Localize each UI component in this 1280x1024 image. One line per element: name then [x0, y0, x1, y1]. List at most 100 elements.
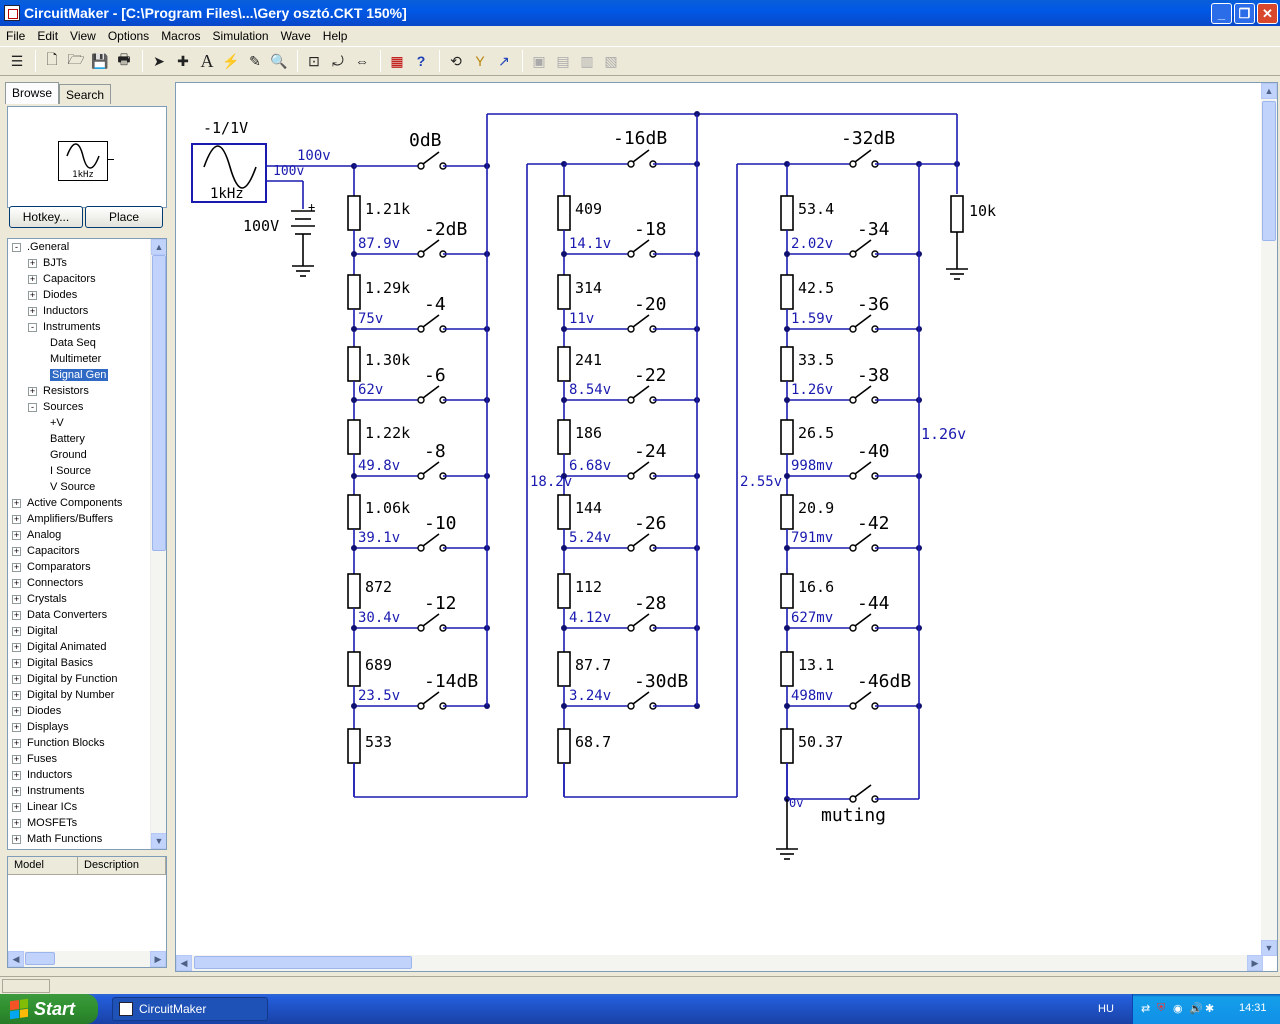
expand-icon[interactable]: +: [12, 578, 21, 588]
tree-item[interactable]: Multimeter: [44, 351, 101, 367]
run-icon[interactable]: ↗: [493, 50, 515, 72]
scroll-right-icon[interactable]: ▶: [150, 951, 166, 967]
expand-icon[interactable]: +: [12, 834, 21, 844]
tree-item[interactable]: + Connectors: [12, 575, 83, 591]
expand-icon[interactable]: +: [12, 738, 21, 748]
expand-icon[interactable]: +: [12, 594, 21, 604]
tree-item[interactable]: + Diodes: [12, 703, 61, 719]
expand-icon[interactable]: +: [12, 818, 21, 828]
tree-item[interactable]: + Digital by Function: [12, 671, 118, 687]
tree-item[interactable]: + Capacitors: [12, 543, 80, 559]
tree-item[interactable]: + Inductors: [12, 767, 72, 783]
menu-file[interactable]: File: [0, 29, 31, 43]
app-icon[interactable]: [4, 5, 20, 21]
tree-item[interactable]: +V: [44, 415, 64, 431]
properties-icon[interactable]: ▦: [386, 50, 408, 72]
expand-icon[interactable]: +: [12, 690, 21, 700]
wire-tool-icon[interactable]: ✚: [172, 50, 194, 72]
close-button[interactable]: ✕: [1257, 3, 1278, 24]
tray-clock[interactable]: 14:31: [1239, 1002, 1267, 1014]
canvas-scroll-left-icon[interactable]: ◀: [176, 955, 192, 971]
expand-icon[interactable]: +: [12, 674, 21, 684]
tree-item[interactable]: + Crystals: [12, 591, 67, 607]
bode-icon[interactable]: ▧: [600, 50, 622, 72]
tray-volume-icon[interactable]: 🔊: [1189, 1002, 1203, 1015]
model-scroll-thumb[interactable]: [25, 952, 55, 965]
waveform-icon[interactable]: ▥: [576, 50, 598, 72]
step-icon[interactable]: Y: [469, 50, 491, 72]
tray-shield-icon[interactable]: ⛨: [1157, 1002, 1165, 1015]
expand-icon[interactable]: +: [12, 546, 21, 556]
tray-network-icon[interactable]: ⇄: [1141, 1002, 1150, 1015]
tree-item[interactable]: - .General: [12, 239, 69, 255]
print-icon[interactable]: 🖶: [113, 50, 135, 72]
tree-item[interactable]: - Instruments: [28, 319, 100, 335]
tree-item[interactable]: + BJTs: [28, 255, 67, 271]
language-indicator[interactable]: HU: [1098, 1003, 1114, 1015]
tree-item[interactable]: + Linear ICs: [12, 799, 77, 815]
tree-scroll-thumb[interactable]: [152, 255, 166, 551]
scroll-down-icon[interactable]: ▼: [151, 833, 166, 849]
expand-icon[interactable]: +: [12, 722, 21, 732]
rotate-icon[interactable]: ⤾: [327, 50, 349, 72]
collapse-icon[interactable]: -: [12, 242, 21, 252]
scroll-left-icon[interactable]: ◀: [8, 951, 24, 967]
hotkey-button[interactable]: Hotkey...: [9, 206, 83, 228]
schematic-canvas[interactable]: -1/1V 1kHz 100v 100v +100V 1.21k 1.29k 1.30k 1.2…: [175, 82, 1278, 972]
tree-item[interactable]: Ground: [44, 447, 87, 463]
expand-icon[interactable]: +: [12, 786, 21, 796]
tree-item[interactable]: + Digital Animated: [12, 639, 107, 655]
expand-icon[interactable]: +: [28, 290, 37, 300]
expand-icon[interactable]: +: [28, 306, 37, 316]
minimize-button[interactable]: _: [1211, 3, 1232, 24]
tree-item[interactable]: + Inductors: [28, 303, 88, 319]
expand-icon[interactable]: +: [28, 258, 37, 268]
tree-item[interactable]: + Amplifiers/Buffers: [12, 511, 113, 527]
description-column-header[interactable]: Description: [78, 857, 166, 874]
expand-icon[interactable]: +: [12, 530, 21, 540]
collapse-icon[interactable]: -: [28, 402, 37, 412]
menu-help[interactable]: Help: [317, 29, 354, 43]
expand-icon[interactable]: +: [12, 658, 21, 668]
expand-icon[interactable]: +: [12, 610, 21, 620]
tree-item[interactable]: + MOSFETs: [12, 815, 77, 831]
start-button[interactable]: Start: [0, 994, 98, 1024]
arrow-tool-icon[interactable]: ➤: [148, 50, 170, 72]
menu-options[interactable]: Options: [102, 29, 155, 43]
tree-item[interactable]: V Source: [44, 479, 95, 495]
scope-icon[interactable]: ▣: [528, 50, 550, 72]
tree-item[interactable]: + Analog: [12, 527, 61, 543]
canvas-vscroll[interactable]: ▲ ▼: [1261, 83, 1277, 956]
new-file-icon[interactable]: 🗋: [41, 50, 63, 72]
tab-browse[interactable]: Browse: [5, 82, 60, 104]
tree-item[interactable]: + Function Blocks: [12, 735, 105, 751]
menu-view[interactable]: View: [64, 29, 102, 43]
expand-icon[interactable]: +: [12, 562, 21, 572]
maximize-button[interactable]: ❐: [1234, 3, 1255, 24]
tree-item[interactable]: + Resistors: [28, 383, 89, 399]
text-tool-icon[interactable]: A: [196, 50, 218, 72]
zoom-tool-icon[interactable]: 🔍: [268, 50, 290, 72]
menu-edit[interactable]: Edit: [31, 29, 64, 43]
tree-item[interactable]: + Comparators: [12, 559, 91, 575]
probe-tool-icon[interactable]: ⚡: [220, 50, 242, 72]
mirror-icon[interactable]: ⇔: [351, 50, 373, 72]
tree-item[interactable]: + Digital by Number: [12, 687, 114, 703]
canvas-scroll-down-icon[interactable]: ▼: [1261, 940, 1277, 956]
analysis-icon[interactable]: ▤: [552, 50, 574, 72]
canvas-scroll-up-icon[interactable]: ▲: [1261, 83, 1277, 99]
scroll-up-icon[interactable]: ▲: [151, 239, 166, 255]
expand-icon[interactable]: +: [12, 706, 21, 716]
tree-item[interactable]: + Digital: [12, 623, 58, 639]
tree-item[interactable]: + Digital Basics: [12, 655, 93, 671]
model-hscroll[interactable]: ◀ ▶: [8, 951, 166, 967]
zoom-fit-icon[interactable]: ⊡: [303, 50, 325, 72]
delete-tool-icon[interactable]: ✎: [244, 50, 266, 72]
menu-simulation[interactable]: Simulation: [207, 29, 275, 43]
tray-bluetooth-icon[interactable]: ✱: [1205, 1002, 1214, 1015]
model-column-header[interactable]: Model: [8, 857, 78, 874]
expand-icon[interactable]: +: [12, 802, 21, 812]
tree-item[interactable]: + Math Functions: [12, 831, 102, 847]
canvas-hscroll[interactable]: ◀ ▶: [176, 955, 1263, 971]
tree-item[interactable]: Data Seq: [44, 335, 96, 351]
